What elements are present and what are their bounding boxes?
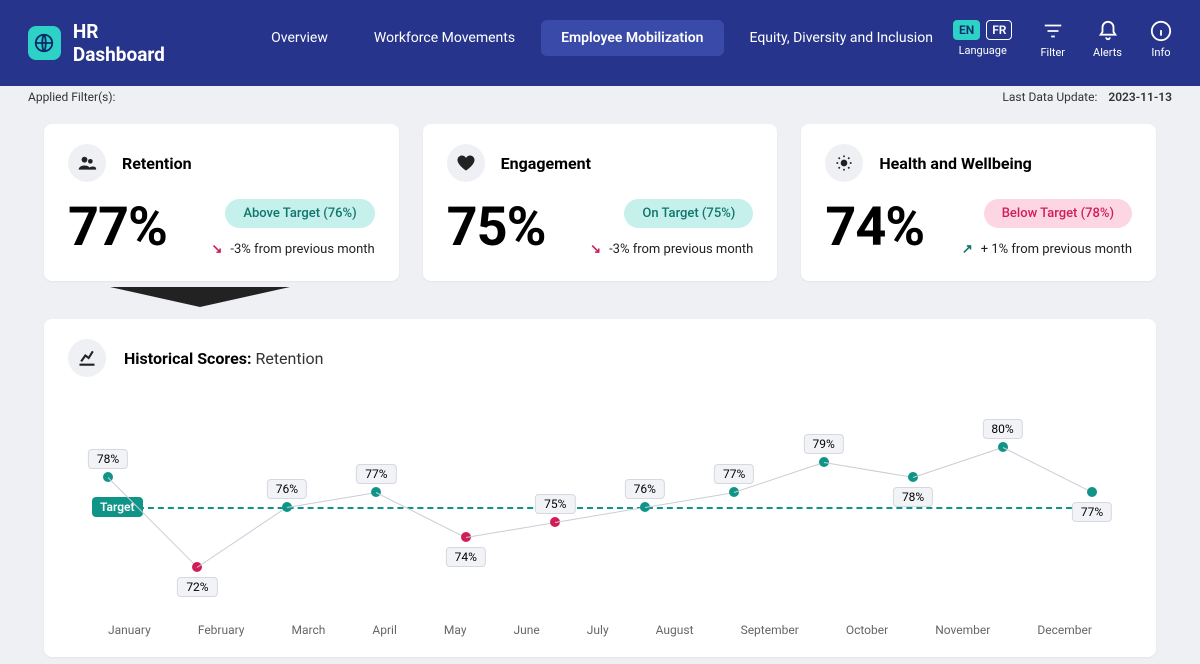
- app-title: HR Dashboard: [73, 20, 191, 66]
- last-update-label: Last Data Update:: [1002, 90, 1097, 104]
- kpi-icon: [825, 144, 863, 182]
- bell-icon: [1097, 20, 1119, 42]
- chart-x-tick: April: [372, 623, 396, 637]
- chart-data-label: 74%: [446, 547, 486, 567]
- kpi-target-badge: Below Target (78%): [984, 199, 1132, 228]
- kpi-icon: [447, 144, 485, 182]
- chart-x-axis: January February March April May June July Augu…: [108, 623, 1092, 637]
- chart-line-segment: [197, 507, 287, 568]
- kpi-trend-text: + 1% from previous month: [981, 242, 1132, 257]
- chart-data-label: 77%: [356, 464, 396, 484]
- chart-data-label: 78%: [893, 487, 933, 507]
- trend-down-icon: ↘: [212, 242, 223, 257]
- nav-item-workforce-movements[interactable]: Workforce Movements: [354, 20, 535, 56]
- kpi-trend-text: -3% from previous month: [609, 242, 753, 257]
- chart-data-label: 79%: [803, 434, 843, 454]
- kpi-card-engagement[interactable]: Engagement 75% On Target (75%) ↘ -3% from p…: [423, 124, 778, 281]
- chart-x-tick: May: [444, 623, 467, 637]
- top-bar: HR Dashboard OverviewWorkforce Movements…: [0, 0, 1200, 86]
- kpi-target-badge: On Target (75%): [624, 199, 753, 228]
- info-button[interactable]: Info: [1150, 20, 1172, 59]
- chart-line-segment: [376, 492, 466, 538]
- nav-item-overview[interactable]: Overview: [251, 20, 348, 56]
- trend-up-icon: ↗: [962, 242, 973, 257]
- chart-target-line: [108, 507, 1092, 509]
- chart-line-segment: [466, 522, 556, 538]
- kpi-trend: ↗ + 1% from previous month: [962, 242, 1132, 257]
- lang-en-button[interactable]: EN: [953, 20, 980, 40]
- chart-plot-area: Target78%72%76%77%74%75%76%77%79%78%80%7…: [108, 397, 1092, 617]
- chart-header: Historical Scores: Retention: [68, 339, 1132, 377]
- kpi-card-health-and-wellbeing[interactable]: Health and Wellbeing 74% Below Target (78%…: [801, 124, 1156, 281]
- chart-data-label: 75%: [535, 494, 575, 514]
- app-logo-icon: [28, 26, 61, 60]
- historical-chart-card: Historical Scores: Retention Target 78% 72…: [44, 319, 1156, 657]
- chart-data-label: 77%: [1072, 502, 1112, 522]
- chart-x-tick: June: [514, 623, 540, 637]
- chart-line-segment: [824, 462, 914, 478]
- chart-data-label: 80%: [982, 419, 1022, 439]
- kpi-title: Retention: [122, 154, 192, 173]
- chart-line-segment: [913, 447, 1003, 478]
- kpi-title: Health and Wellbeing: [879, 154, 1031, 173]
- chart-x-tick: September: [741, 623, 799, 637]
- nav-item-equity-diversity-and-inclusion[interactable]: Equity, Diversity and Inclusion: [730, 20, 953, 56]
- kpi-trend: ↘ -3% from previous month: [212, 242, 375, 257]
- primary-nav: OverviewWorkforce MovementsEmployee Mobi…: [251, 20, 953, 56]
- filter-button[interactable]: Filter: [1040, 20, 1065, 59]
- logo-block: HR Dashboard: [28, 20, 191, 66]
- chart-data-label: 72%: [177, 577, 217, 597]
- filter-label: Filter: [1040, 46, 1065, 59]
- chart-icon: [68, 339, 106, 377]
- trend-down-icon: ↘: [590, 242, 601, 257]
- kpi-card-retention[interactable]: Retention77%Above Target (76%)↘ -3% from…: [44, 124, 399, 281]
- kpi-row: Retention77%Above Target (76%)↘ -3% from…: [0, 108, 1200, 281]
- chart-target-label: Target: [92, 497, 143, 517]
- chart-data-label: 76%: [625, 479, 665, 499]
- filter-icon: [1042, 20, 1064, 42]
- chart-x-tick: October: [846, 623, 888, 637]
- chart-title-prefix: Historical Scores:: [124, 349, 252, 368]
- alerts-label: Alerts: [1093, 46, 1122, 59]
- chart-x-tick: December: [1037, 623, 1092, 637]
- info-icon: [1150, 20, 1172, 42]
- chart-x-tick: August: [656, 623, 694, 637]
- chart-data-label: 77%: [714, 464, 754, 484]
- chart-x-tick: March: [292, 623, 326, 637]
- info-label: Info: [1151, 46, 1170, 59]
- kpi-title: Engagement: [501, 154, 591, 173]
- kpi-value: 75%: [447, 196, 546, 259]
- chart-title-metric: Retention: [255, 349, 323, 368]
- kpi-trend-text: -3% from previous month: [230, 242, 374, 257]
- chart-x-tick: November: [935, 623, 990, 637]
- kpi-value: 74%: [825, 196, 924, 259]
- chart-line-segment: [108, 477, 198, 568]
- chart-x-tick: July: [587, 623, 609, 637]
- kpi-target-badge: Above Target (76%): [225, 199, 374, 228]
- kpi-trend: ↘ -3% from previous month: [590, 242, 753, 257]
- kpi-value: 77%: [68, 196, 167, 259]
- top-right-controls: EN FR Language Filter Alerts Info: [953, 20, 1172, 59]
- lang-fr-button[interactable]: FR: [986, 20, 1012, 40]
- last-update-value: 2023-11-13: [1108, 90, 1172, 104]
- applied-filters-label: Applied Filter(s):: [28, 90, 115, 104]
- chart-x-tick: January: [108, 623, 151, 637]
- selected-card-arrow-icon: [110, 287, 290, 309]
- last-update: Last Data Update: 2023-11-13: [1002, 90, 1172, 104]
- chart-data-label: 76%: [267, 479, 307, 499]
- language-label: Language: [959, 44, 1007, 57]
- chart-x-tick: February: [198, 623, 245, 637]
- chart-data-point[interactable]: [1087, 487, 1097, 497]
- kpi-icon: [68, 144, 106, 182]
- sub-bar: Applied Filter(s): Last Data Update: 202…: [0, 86, 1200, 108]
- language-switcher: EN FR Language: [953, 20, 1013, 57]
- nav-item-employee-mobilization[interactable]: Employee Mobilization: [541, 20, 723, 56]
- chart-data-label: 78%: [88, 449, 128, 469]
- alerts-button[interactable]: Alerts: [1093, 20, 1122, 59]
- chart-line-segment: [1002, 447, 1092, 493]
